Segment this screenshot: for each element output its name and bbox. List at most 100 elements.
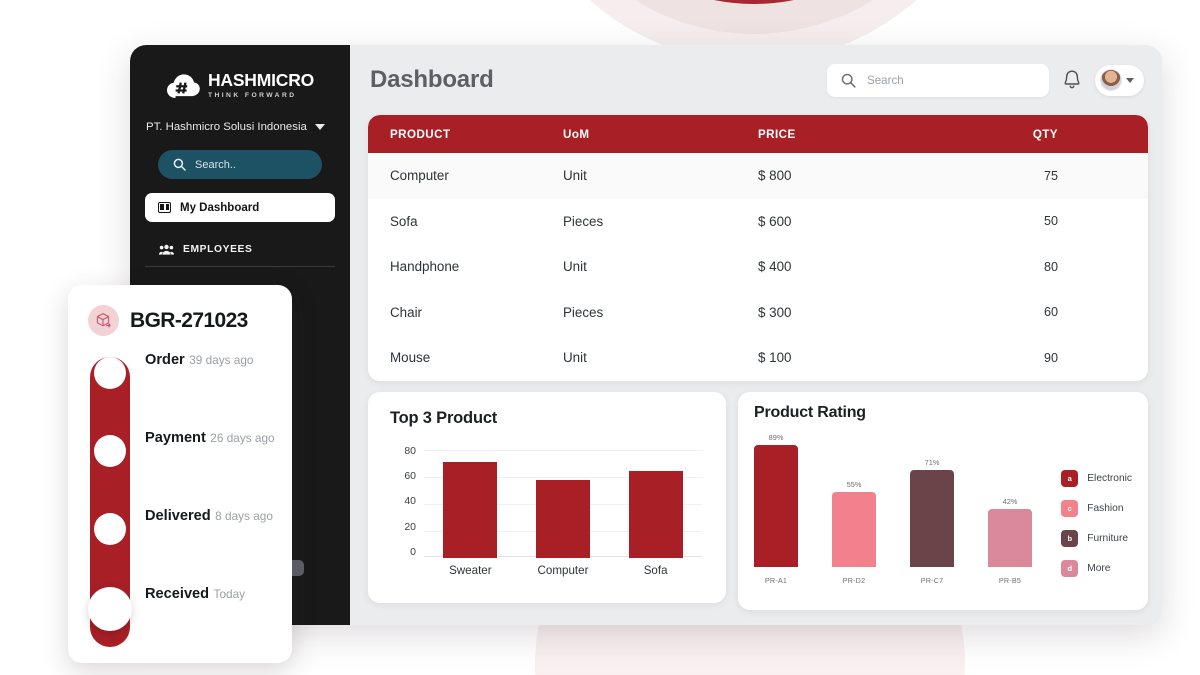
legend-swatch: d [1061,559,1079,577]
products-table: PRODUCT UoM PRICE QTY Computer Unit $ 80… [368,115,1148,381]
sidebar-item-my-dashboard[interactable]: My Dashboard [145,193,335,223]
chevron-down-icon [314,124,325,131]
cell-qty: 75 [1043,168,1058,183]
y-axis-labels: 80 60 40 20 0 [390,444,416,558]
cell-qty: 60 [1043,305,1058,320]
timeline-step-time: 39 days ago [189,353,254,367]
bar-group-pr-c7[interactable]: 71% [910,458,954,567]
legend-label: Electronic [1087,472,1132,484]
column-header-price: PRICE [758,127,796,141]
bar[interactable] [988,508,1032,567]
search-icon [173,158,186,171]
cell-qty: 50 [1043,214,1058,229]
x-tick: PR-A1 [764,575,788,585]
bar[interactable] [832,491,876,567]
user-menu-button[interactable] [1095,64,1144,96]
sidebar-divider [145,266,335,268]
cell-price: $ 800 [758,168,792,184]
cloud-hash-logo-icon [166,73,200,99]
charts-row: Top 3 Product 80 60 40 20 0 Sweater Comp… [368,391,1148,610]
main-content: Dashboard Search PRODUCT UoM PRICE QTY C… [350,45,1162,625]
y-tick: 20 [404,520,416,533]
table-header-row: PRODUCT UoM PRICE QTY [368,115,1148,153]
sidebar-logo[interactable]: HASHMICRO THINK FORWARD [130,71,350,99]
cell-price: $ 300 [758,304,792,320]
cell-product: Mouse [390,350,431,366]
screenshot-root: HASHMICRO THINK FORWARD PT. Hashmicro So… [0,0,1200,675]
company-selector[interactable]: PT. Hashmicro Solusi Indonesia [146,121,350,133]
legend-label: Fashion [1087,502,1124,514]
table-row[interactable]: Handphone Unit $ 400 80 [368,244,1148,290]
bell-icon[interactable] [1062,69,1082,91]
table-row[interactable]: Sofa Pieces $ 600 50 [368,199,1148,245]
cell-product: Sofa [390,213,418,229]
cell-uom: Unit [563,168,587,184]
cell-uom: Pieces [563,213,604,229]
timeline-step-dot [88,587,132,631]
legend-item-more[interactable]: d More [1061,559,1132,577]
legend-item-fashion[interactable]: c Fashion [1061,499,1132,517]
bar[interactable] [754,444,798,567]
timeline-step-order[interactable]: Order 39 days ago [68,351,292,429]
legend-swatch: b [1061,529,1079,547]
bar-group-pr-b5[interactable]: 42% [988,497,1032,567]
order-timeline-card: BGR-271023 Order 39 days ago Payment 26 … [68,285,292,663]
legend-item-electronic[interactable]: a Electronic [1061,469,1132,487]
order-code: BGR-271023 [130,308,248,332]
bar-computer[interactable] [535,479,590,558]
column-header-uom: UoM [563,127,590,141]
company-name: PT. Hashmicro Solusi Indonesia [146,121,307,134]
x-tick: Sweater [449,563,492,577]
chart-title: Top 3 Product [390,408,498,427]
sidebar-section-employees[interactable]: EMPLOYEES [159,244,350,255]
timeline-step-name: Payment [145,430,206,446]
chevron-down-icon [1126,77,1134,83]
bar-group-pr-d2[interactable]: 55% [832,480,876,567]
bar[interactable] [910,469,954,567]
chart-title: Product Rating [754,403,866,421]
timeline-header: BGR-271023 [68,285,292,336]
y-tick: 80 [404,444,416,457]
package-box-arrow-icon [88,305,119,336]
topbar: Dashboard Search [368,45,1148,115]
dashboard-grid-icon [158,202,171,214]
cell-qty: 90 [1043,350,1058,365]
cell-product: Chair [390,304,422,320]
y-tick: 60 [404,469,416,482]
legend-swatch: a [1061,469,1079,487]
bar-value-label: 71% [924,457,940,467]
sidebar-item-label: My Dashboard [180,201,260,214]
timeline-step-payment[interactable]: Payment 26 days ago [68,429,292,507]
timeline-step-time: 26 days ago [210,431,275,445]
timeline-step-delivered[interactable]: Delivered 8 days ago [68,507,292,585]
table-row[interactable]: Chair Pieces $ 300 60 [368,290,1148,336]
legend-item-furniture[interactable]: b Furniture [1061,529,1132,547]
timeline-step-name: Delivered [145,508,211,524]
bar-group-pr-a1[interactable]: 89% [754,433,798,567]
y-tick: 40 [404,495,416,508]
topbar-actions: Search [827,63,1144,97]
table-row[interactable]: Mouse Unit $ 100 90 [368,335,1148,381]
bar-sweater[interactable] [443,461,498,558]
search-icon [841,73,856,88]
legend-label: More [1087,562,1111,574]
legend-swatch: c [1061,499,1079,517]
bar-sofa[interactable] [628,470,683,558]
timeline-step-received[interactable]: Received Today [68,585,292,663]
sidebar-search-placeholder: Search.. [195,158,236,171]
chart-legend: a Electronic c Fashion b Furniture d Mor… [1061,469,1132,577]
timeline-step-time: 8 days ago [215,509,273,523]
x-tick: PR-C7 [920,575,944,585]
legend-label: Furniture [1087,532,1129,544]
timeline-step-name: Received [145,586,210,602]
x-tick: Computer [537,563,589,577]
x-tick: Sofa [643,563,668,577]
header-search-input[interactable]: Search [827,63,1049,97]
sidebar-search-input[interactable]: Search.. [158,150,322,180]
timeline-steps: Order 39 days ago Payment 26 days ago De… [68,351,292,663]
cell-uom: Unit [563,350,587,366]
table-row[interactable]: Computer Unit $ 800 75 [368,153,1148,199]
top-3-product-chart: Top 3 Product 80 60 40 20 0 Sweater Comp… [368,391,726,603]
bars [424,446,702,558]
cell-uom: Pieces [563,304,604,320]
